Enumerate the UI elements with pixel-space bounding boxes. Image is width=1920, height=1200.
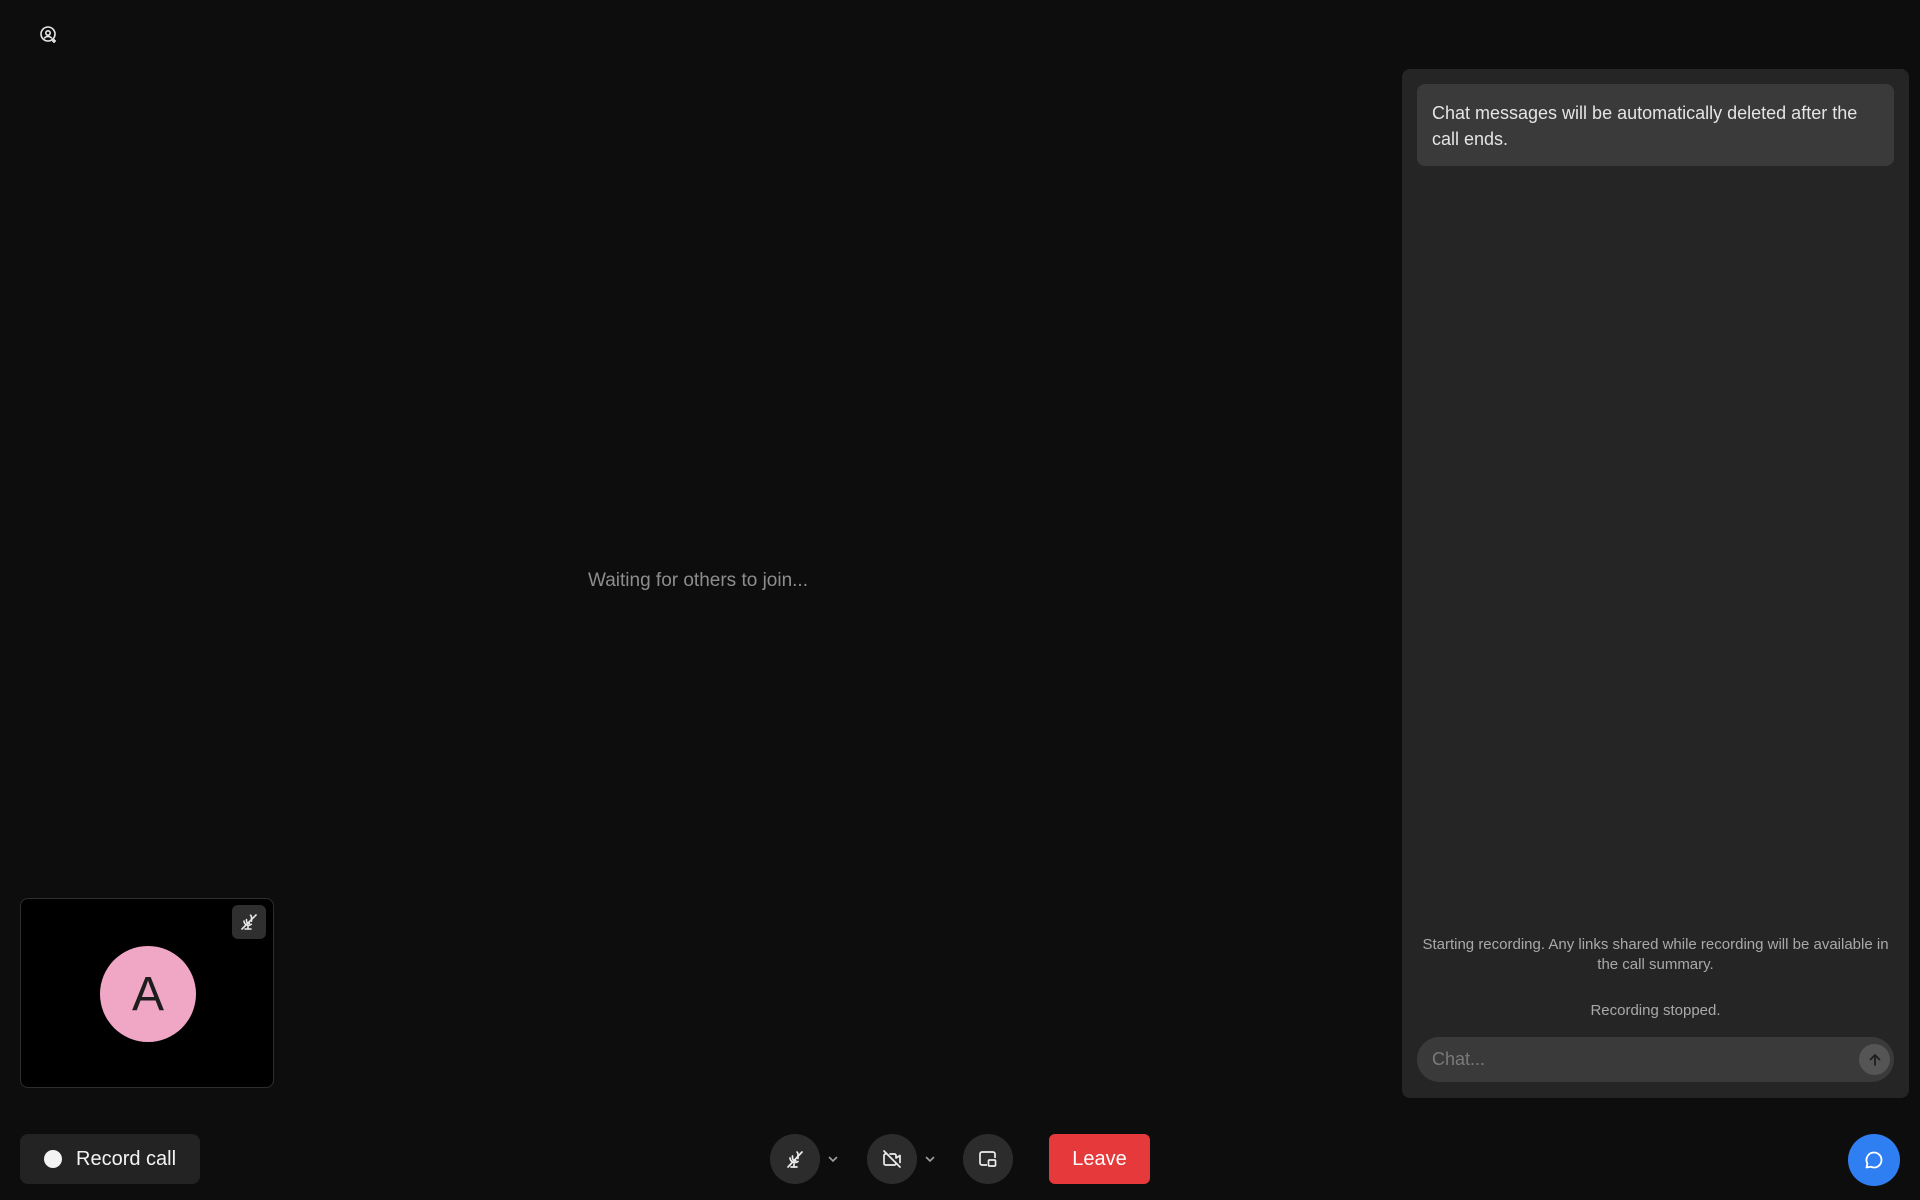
camera-options-chevron-icon[interactable] <box>921 1150 939 1168</box>
mic-options-chevron-icon[interactable] <box>824 1150 842 1168</box>
send-button[interactable] <box>1859 1044 1890 1075</box>
camera-toggle-button[interactable] <box>867 1134 917 1184</box>
system-message-recording-stopped: Recording stopped. <box>1590 1002 1721 1019</box>
avatar: A <box>100 946 196 1042</box>
mic-off-icon <box>232 905 266 939</box>
leave-button[interactable]: Leave <box>1049 1134 1150 1184</box>
record-dot-icon <box>44 1150 62 1168</box>
mic-toggle-button[interactable] <box>770 1134 820 1184</box>
record-call-button[interactable]: Record call <box>20 1134 200 1184</box>
chat-panel: Chat messages will be automatically dele… <box>1402 69 1909 1098</box>
waiting-message: Waiting for others to join... <box>587 570 808 591</box>
record-call-label: Record call <box>76 1147 177 1170</box>
add-participant-icon[interactable] <box>38 24 60 46</box>
chat-notice: Chat messages will be automatically dele… <box>1417 84 1894 166</box>
chat-bubble-icon <box>1865 1151 1883 1169</box>
self-video-tile: A <box>20 898 274 1088</box>
arrow-up-icon <box>1869 1053 1880 1066</box>
chat-input-container <box>1417 1037 1894 1082</box>
chat-input[interactable] <box>1417 1037 1847 1082</box>
screen-share-button[interactable] <box>963 1134 1013 1184</box>
chat-toggle-button[interactable] <box>1848 1134 1900 1186</box>
system-message-recording-started: Starting recording. Any links shared whi… <box>1422 936 1889 973</box>
